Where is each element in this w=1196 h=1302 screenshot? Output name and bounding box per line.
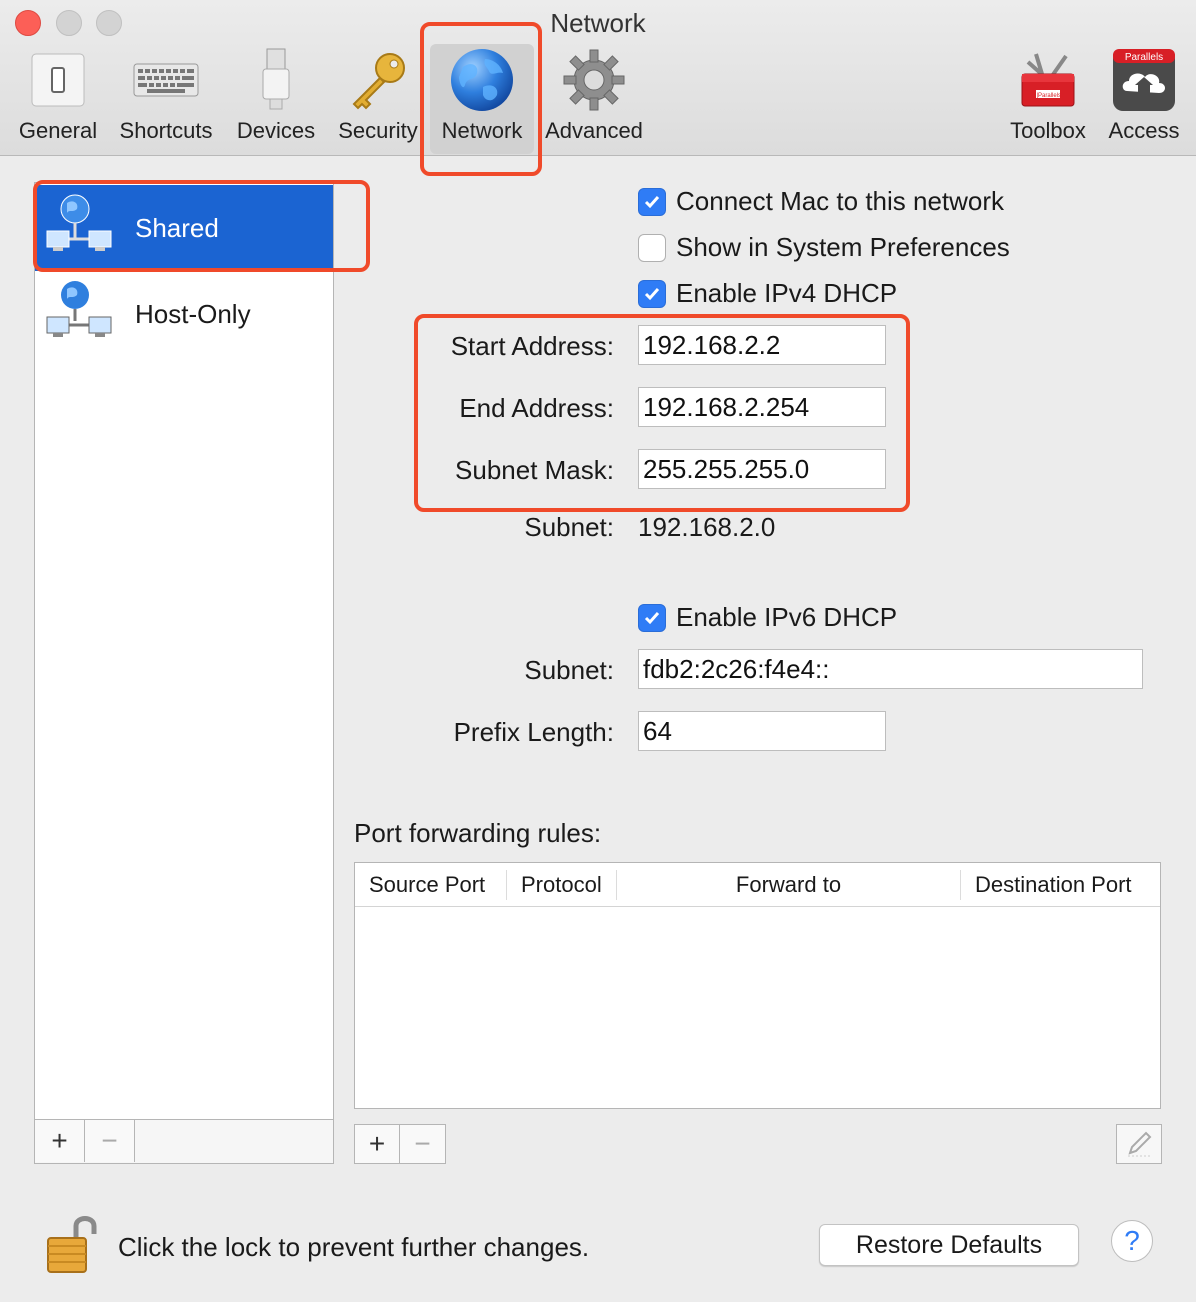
toolbar-item-security[interactable]: Security xyxy=(332,44,424,144)
connect-mac-checkbox[interactable] xyxy=(638,187,666,216)
subnet-mask-field[interactable] xyxy=(638,449,886,489)
port-forwarding-header: Source Port Protocol Forward to Destinat… xyxy=(355,863,1160,907)
port-forwarding-title: Port forwarding rules: xyxy=(354,818,602,848)
checkmark-icon xyxy=(644,287,660,300)
add-network-button[interactable]: + xyxy=(35,1120,85,1162)
connect-mac-checkbox-row[interactable]: Connect Mac to this network xyxy=(638,186,1004,217)
sidebar-footer: + − xyxy=(35,1119,333,1163)
toolbar-item-advanced[interactable]: Advanced xyxy=(542,44,646,144)
toolbar-item-general[interactable]: General xyxy=(14,44,102,144)
start-address-field[interactable] xyxy=(638,325,886,365)
connect-mac-label: Connect Mac to this network xyxy=(676,186,1005,216)
toolbar-label-advanced: Advanced xyxy=(545,118,643,143)
add-rule-button[interactable]: + xyxy=(355,1125,400,1163)
toolbar-label-toolbox: Toolbox xyxy=(1010,118,1086,143)
column-destination-port[interactable]: Destination Port xyxy=(961,870,1160,900)
port-forwarding-footer: + − xyxy=(354,1124,446,1164)
remove-network-button[interactable]: − xyxy=(85,1120,135,1162)
lock-button[interactable] xyxy=(44,1212,100,1278)
ipv6-dhcp-checkbox-row[interactable]: Enable IPv6 DHCP xyxy=(638,602,897,633)
toolbar-label-devices: Devices xyxy=(236,118,316,143)
column-source-port[interactable]: Source Port xyxy=(355,869,507,900)
column-forward-to[interactable]: Forward to xyxy=(617,869,961,900)
ipv6-dhcp-checkbox[interactable] xyxy=(638,603,666,632)
start-address-label: Start Address: xyxy=(450,331,614,361)
toolbar-label-general: General xyxy=(18,118,98,143)
toolbar-item-toolbox[interactable]: ||Parallels Toolbox xyxy=(1004,44,1092,144)
remove-rule-button[interactable]: − xyxy=(400,1125,445,1163)
toolbar-label-shortcuts: Shortcuts xyxy=(119,118,213,143)
sidebar-item-shared[interactable]: Shared xyxy=(35,185,333,271)
sidebar-label-shared: Shared xyxy=(135,212,219,243)
toolbox-icon: ||Parallels xyxy=(1004,44,1092,116)
window-toolbar: Network General Shortcuts Devices Securi… xyxy=(0,0,1196,156)
toolbar-item-shortcuts[interactable]: Shortcuts xyxy=(112,44,220,144)
ipv4-subnet-label: Subnet: xyxy=(524,512,614,542)
toolbar-label-security: Security xyxy=(338,118,418,143)
toolbar-item-devices[interactable]: Devices xyxy=(232,44,320,144)
ipv6-subnet-field[interactable] xyxy=(638,649,1143,689)
parallels-access-icon: Parallels xyxy=(1100,44,1188,116)
ipv6-subnet-label: Subnet: xyxy=(524,655,614,685)
port-forwarding-table[interactable]: Source Port Protocol Forward to Destinat… xyxy=(354,862,1161,1109)
general-switch-icon xyxy=(14,44,102,116)
ipv4-dhcp-checkbox[interactable] xyxy=(638,279,666,308)
restore-defaults-button[interactable]: Restore Defaults xyxy=(819,1224,1079,1266)
keyboard-icon xyxy=(112,44,220,116)
prefix-length-label: Prefix Length: xyxy=(453,717,614,747)
toolbar-item-network[interactable]: Network xyxy=(430,44,534,154)
key-icon xyxy=(332,44,424,116)
usb-plug-icon xyxy=(232,44,320,116)
toolbar-item-access[interactable]: Parallels Access xyxy=(1100,44,1188,144)
ipv4-dhcp-label: Enable IPv4 DHCP xyxy=(676,278,898,308)
host-only-network-icon xyxy=(46,281,112,337)
ipv4-dhcp-checkbox-row[interactable]: Enable IPv4 DHCP xyxy=(638,278,897,309)
svg-text:||Parallels: ||Parallels xyxy=(1035,93,1061,99)
pencil-icon xyxy=(1128,1131,1152,1157)
toolbar-label-network: Network xyxy=(441,118,523,143)
help-button[interactable]: ? xyxy=(1111,1220,1153,1262)
show-in-prefs-checkbox[interactable] xyxy=(638,233,666,262)
parallels-brand-text: Parallels xyxy=(1125,52,1163,63)
subnet-mask-label: Subnet Mask: xyxy=(455,455,614,485)
checkmark-icon xyxy=(644,195,660,208)
prefix-length-field[interactable] xyxy=(638,711,886,751)
shared-network-icon xyxy=(46,194,112,251)
column-protocol[interactable]: Protocol xyxy=(507,869,617,900)
open-lock-icon xyxy=(47,1216,97,1273)
checkmark-icon xyxy=(644,611,660,624)
globe-icon xyxy=(430,44,534,116)
toolbar-label-access: Access xyxy=(1108,118,1180,143)
end-address-label: End Address: xyxy=(459,393,614,423)
ipv6-dhcp-label: Enable IPv6 DHCP xyxy=(676,602,898,632)
network-list-sidebar: Shared Host-Only + − xyxy=(34,182,334,1164)
sidebar-item-host-only[interactable]: Host-Only xyxy=(35,271,333,357)
sidebar-label-host-only: Host-Only xyxy=(135,298,251,329)
lock-status-text: Click the lock to prevent further change… xyxy=(118,1232,590,1262)
ipv4-subnet-value: 192.168.2.0 xyxy=(638,512,776,542)
show-in-prefs-checkbox-row[interactable]: Show in System Preferences xyxy=(638,232,1010,263)
gear-icon xyxy=(542,44,646,116)
show-in-prefs-label: Show in System Preferences xyxy=(676,232,1010,262)
edit-rule-button[interactable] xyxy=(1116,1124,1162,1164)
end-address-field[interactable] xyxy=(638,387,886,427)
window-title: Network xyxy=(550,8,646,38)
